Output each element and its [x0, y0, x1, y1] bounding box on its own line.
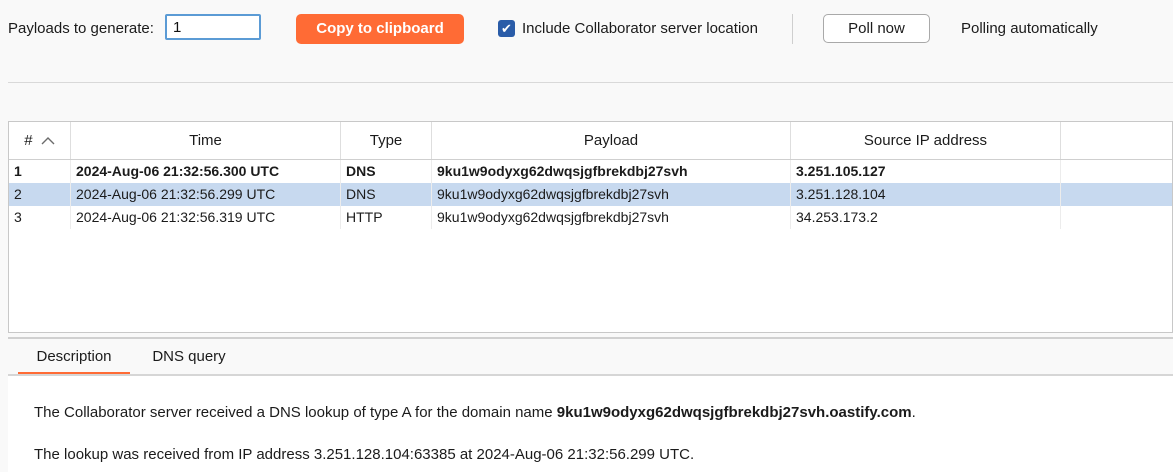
domain-name: 9ku1w9odyxg62dwqsjgfbrekdbj27svh.oastify…: [556, 404, 912, 421]
include-location-checkbox[interactable]: ✔: [498, 20, 515, 37]
payloads-count-input[interactable]: [165, 14, 261, 40]
table-row[interactable]: 2 2024-Aug-06 21:32:56.299 UTC DNS 9ku1w…: [9, 183, 1172, 206]
chevron-up-icon: [41, 137, 55, 145]
cell-number: 1: [9, 160, 71, 183]
polling-status: Polling automatically: [961, 20, 1098, 37]
column-header-number[interactable]: #: [9, 122, 71, 159]
panel-divider[interactable]: [8, 337, 1173, 339]
description-line-1: The Collaborator server received a DNS l…: [34, 404, 916, 421]
column-header-type[interactable]: Type: [341, 122, 432, 159]
cell-type: DNS: [341, 160, 432, 183]
tab-dns-query[interactable]: DNS query: [142, 342, 236, 372]
toolbar-separator: [8, 82, 1173, 83]
table-row[interactable]: 1 2024-Aug-06 21:32:56.300 UTC DNS 9ku1w…: [9, 160, 1172, 183]
cell-payload: 9ku1w9odyxg62dwqsjgfbrekdbj27svh: [432, 183, 791, 206]
column-header-payload[interactable]: Payload: [432, 122, 791, 159]
interactions-table[interactable]: # Time Type Payload Source IP address 1 …: [8, 121, 1173, 333]
column-header-source-ip[interactable]: Source IP address: [791, 122, 1061, 159]
copy-to-clipboard-button[interactable]: Copy to clipboard: [296, 14, 464, 44]
poll-now-button[interactable]: Poll now: [823, 14, 930, 43]
cell-time: 2024-Aug-06 21:32:56.300 UTC: [71, 160, 341, 183]
toolbar-divider: [792, 14, 793, 44]
description-panel: The Collaborator server received a DNS l…: [8, 374, 1173, 472]
cell-time: 2024-Aug-06 21:32:56.319 UTC: [71, 206, 341, 229]
details-tabs: Description DNS query: [8, 342, 1173, 375]
column-header-time[interactable]: Time: [71, 122, 341, 159]
cell-number: 2: [9, 183, 71, 206]
cell-source-ip: 3.251.105.127: [791, 160, 1061, 183]
cell-source-ip: 3.251.128.104: [791, 183, 1061, 206]
tab-description[interactable]: Description: [18, 342, 130, 375]
cell-number: 3: [9, 206, 71, 229]
table-row[interactable]: 3 2024-Aug-06 21:32:56.319 UTC HTTP 9ku1…: [9, 206, 1172, 229]
include-location-label[interactable]: Include Collaborator server location: [522, 20, 758, 37]
table-header: # Time Type Payload Source IP address: [9, 122, 1172, 160]
cell-type: HTTP: [341, 206, 432, 229]
cell-source-ip: 34.253.173.2: [791, 206, 1061, 229]
checkmark-icon: ✔: [501, 21, 512, 36]
toolbar: Payloads to generate: Copy to clipboard …: [0, 0, 1173, 60]
cell-payload: 9ku1w9odyxg62dwqsjgfbrekdbj27svh: [432, 206, 791, 229]
cell-type: DNS: [341, 183, 432, 206]
payloads-label: Payloads to generate:: [8, 20, 154, 37]
cell-payload: 9ku1w9odyxg62dwqsjgfbrekdbj27svh: [432, 160, 791, 183]
description-line-2: The lookup was received from IP address …: [34, 446, 695, 463]
cell-time: 2024-Aug-06 21:32:56.299 UTC: [71, 183, 341, 206]
